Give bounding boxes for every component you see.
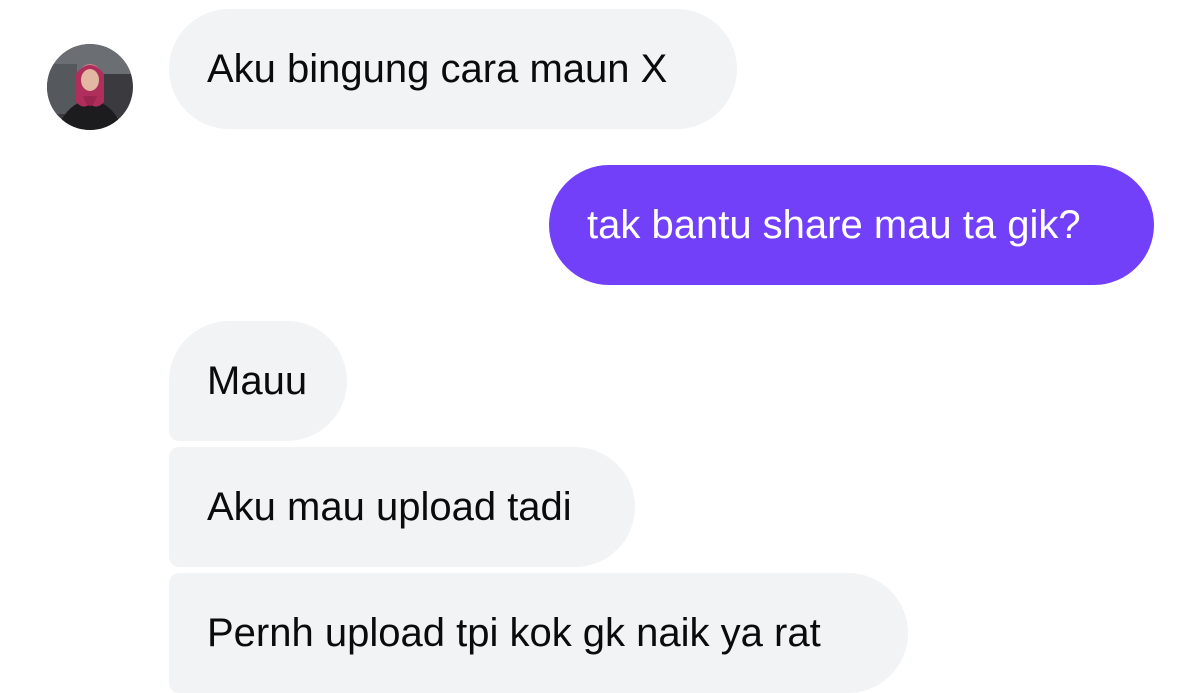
message-bubble-incoming[interactable]: Aku mau upload tadi (169, 447, 635, 567)
avatar-photo (47, 44, 133, 130)
message-bubble-outgoing[interactable]: tak bantu share mau ta gik? (549, 165, 1154, 285)
message-text: tak bantu share mau ta gik? (587, 203, 1081, 247)
message-text: Aku mau upload tadi (207, 485, 572, 529)
message-bubble-incoming[interactable]: Aku bingung cara maun X (169, 9, 737, 129)
message-text: Pernh upload tpi kok gk naik ya rat (207, 611, 821, 655)
message-bubble-incoming[interactable]: Pernh upload tpi kok gk naik ya rat (169, 573, 908, 693)
contact-avatar[interactable] (47, 44, 133, 130)
message-text: Aku bingung cara maun X (207, 47, 668, 91)
message-text: Mauu (207, 359, 308, 403)
message-bubble-incoming[interactable]: Mauu (169, 321, 347, 441)
